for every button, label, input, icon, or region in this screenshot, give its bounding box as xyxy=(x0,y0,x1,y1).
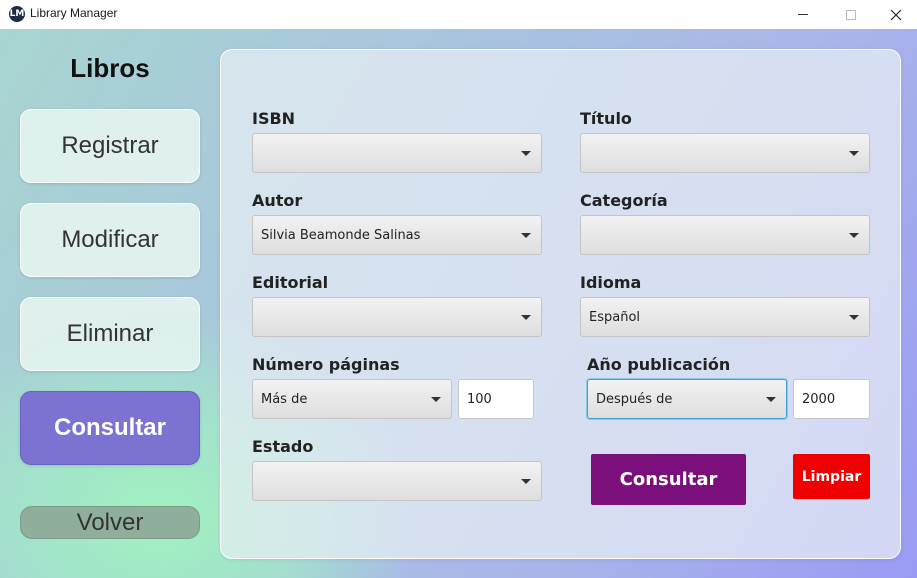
window-body: Libros Registrar Modificar Eliminar Cons… xyxy=(0,29,917,578)
anio-operator-value: Después de xyxy=(596,391,673,407)
autor-label: Autor xyxy=(252,191,303,210)
chevron-down-icon xyxy=(766,397,776,402)
titulo-label: Título xyxy=(580,109,632,128)
paginas-operator-value: Más de xyxy=(261,391,308,407)
minimize-button[interactable] xyxy=(780,0,826,29)
modificar-button[interactable]: Modificar xyxy=(20,203,200,277)
maximize-button[interactable] xyxy=(828,0,874,29)
anio-input-value: 2000 xyxy=(802,391,836,407)
idioma-label: Idioma xyxy=(580,273,642,292)
anio-label: Año publicación xyxy=(587,355,731,374)
estado-label: Estado xyxy=(252,437,314,456)
chevron-down-icon xyxy=(849,233,859,238)
editorial-label: Editorial xyxy=(252,273,329,292)
anio-operator-combo[interactable]: Después de xyxy=(587,379,787,419)
limpiar-button[interactable]: Limpiar xyxy=(793,454,870,499)
maximize-icon xyxy=(846,9,856,20)
sidebar-title: Libros xyxy=(70,53,150,83)
paginas-input[interactable]: 100 xyxy=(458,379,534,419)
categoria-combo[interactable] xyxy=(580,215,870,255)
app-logo-icon: LM xyxy=(9,6,25,22)
registrar-button[interactable]: Registrar xyxy=(20,109,200,183)
chevron-down-icon xyxy=(521,479,531,484)
chevron-down-icon xyxy=(521,233,531,238)
chevron-down-icon xyxy=(431,397,441,402)
title-bar: LM Library Manager xyxy=(0,0,917,29)
autor-combo[interactable]: Silvia Beamonde Salinas xyxy=(252,215,542,255)
idioma-combo[interactable]: Español xyxy=(580,297,870,337)
chevron-down-icon xyxy=(521,315,531,320)
idioma-value: Español xyxy=(589,309,641,325)
isbn-combo[interactable] xyxy=(252,133,542,173)
minimize-icon xyxy=(798,14,808,15)
close-button[interactable] xyxy=(873,0,917,29)
chevron-down-icon xyxy=(849,315,859,320)
volver-button[interactable]: Volver xyxy=(20,506,200,539)
anio-input[interactable]: 2000 xyxy=(793,379,870,419)
eliminar-button[interactable]: Eliminar xyxy=(20,297,200,371)
search-form-panel: ISBN Título Autor Silvia Beamonde Salina… xyxy=(220,49,901,559)
autor-value: Silvia Beamonde Salinas xyxy=(261,227,421,243)
editorial-combo[interactable] xyxy=(252,297,542,337)
categoria-label: Categoría xyxy=(580,191,668,210)
titulo-combo[interactable] xyxy=(580,133,870,173)
paginas-input-value: 100 xyxy=(467,391,492,407)
isbn-label: ISBN xyxy=(252,109,296,128)
consultar-nav-button[interactable]: Consultar xyxy=(20,391,200,465)
window-title: Library Manager xyxy=(30,6,118,20)
paginas-operator-combo[interactable]: Más de xyxy=(252,379,452,419)
paginas-label: Número páginas xyxy=(252,355,400,374)
chevron-down-icon xyxy=(849,151,859,156)
estado-combo[interactable] xyxy=(252,461,542,501)
consultar-submit-button[interactable]: Consultar xyxy=(591,454,746,505)
close-icon xyxy=(890,9,902,20)
chevron-down-icon xyxy=(521,151,531,156)
